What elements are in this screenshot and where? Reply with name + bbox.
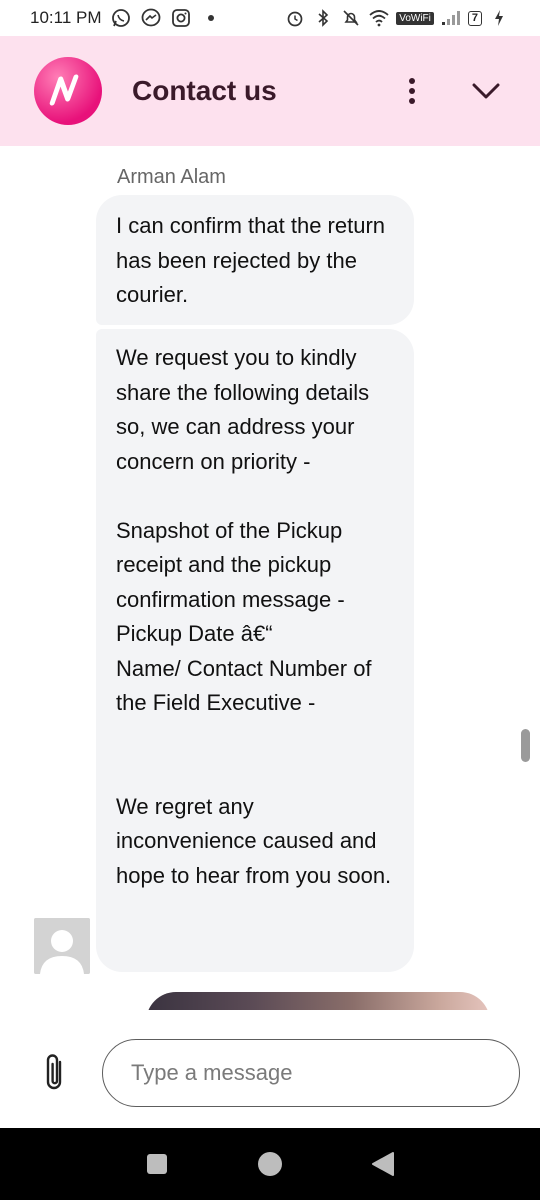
chevron-down-icon [472, 83, 500, 99]
user-silhouette-icon [34, 918, 90, 974]
message-composer [0, 1010, 540, 1128]
circle-icon [257, 1152, 282, 1176]
message-bubble: We request you to kindly share the follo… [96, 329, 414, 972]
avatar [34, 918, 90, 974]
dot-icon [200, 7, 222, 29]
status-left: 10:11 PM [30, 7, 222, 29]
recents-button[interactable] [137, 1144, 177, 1184]
mute-icon [340, 7, 362, 29]
home-button[interactable] [250, 1144, 290, 1184]
vowifi-badge: VoWiFi [396, 11, 434, 25]
status-bar: 10:11 PM VoWiFi 7 [0, 0, 540, 36]
paperclip-icon [46, 1054, 62, 1090]
collapse-button[interactable] [466, 71, 506, 111]
chat-messages[interactable]: Arman Alam I can confirm that the return… [0, 146, 540, 1010]
charging-icon [488, 7, 510, 29]
wifi-icon [368, 7, 390, 29]
attach-button[interactable] [40, 1052, 70, 1092]
signal-icon [440, 7, 462, 29]
bluetooth-icon [312, 7, 334, 29]
messenger-icon [140, 7, 162, 29]
back-triangle-icon [372, 1152, 395, 1176]
message-input[interactable] [102, 1039, 520, 1107]
page-title: Contact us [132, 75, 277, 106]
square-icon [146, 1154, 167, 1174]
status-time: 10:11 PM [30, 8, 102, 27]
brand-logo [34, 57, 102, 125]
sender-name: Arman Alam [117, 166, 226, 188]
chat-header: Contact us [0, 36, 540, 146]
instagram-icon [170, 7, 192, 29]
battery-indicator: 7 [467, 10, 482, 26]
message-bubble: I can confirm that the return has been r… [96, 195, 414, 325]
kebab-menu-icon [409, 78, 415, 104]
status-right: VoWiFi 7 [284, 7, 510, 29]
whatsapp-icon [110, 7, 132, 29]
back-button[interactable] [363, 1144, 403, 1184]
navigation-bar [0, 1128, 540, 1200]
alarm-icon [284, 7, 306, 29]
more-options-button[interactable] [392, 71, 432, 111]
n-logo-icon [49, 74, 79, 106]
battery-level: 7 [471, 12, 478, 24]
image-attachment[interactable] [146, 992, 490, 1010]
scrollbar-thumb[interactable] [521, 729, 530, 762]
